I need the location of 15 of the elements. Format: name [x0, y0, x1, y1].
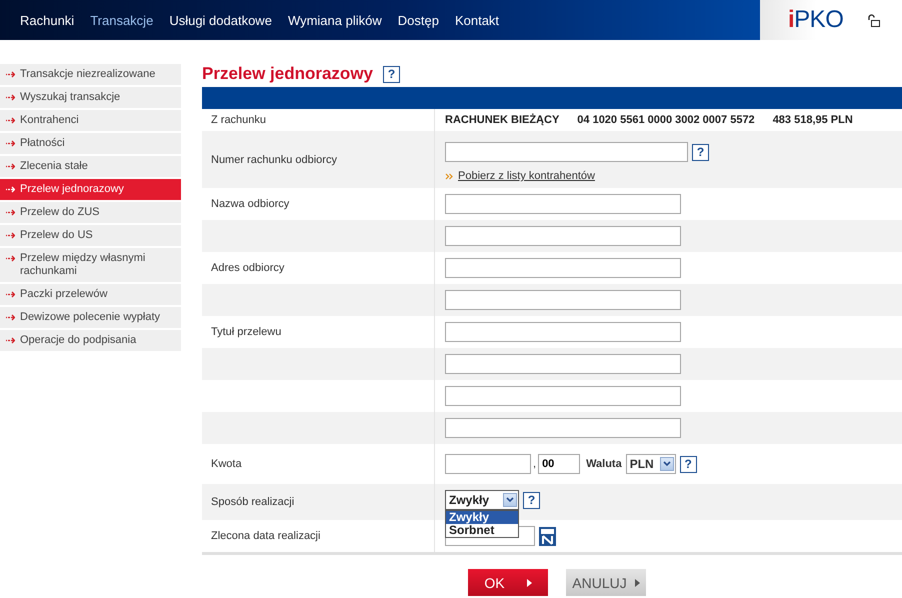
- decimal-separator: ,: [533, 458, 536, 470]
- page-title: Przelew jednorazowy: [202, 64, 373, 84]
- field-label: Nazwa odbiorcy: [211, 198, 290, 210]
- account-name: RACHUNEK BIEŻĄCY: [445, 114, 560, 126]
- field-label: Z rachunku: [211, 114, 266, 126]
- currency-label: Waluta: [586, 458, 622, 470]
- field-label: Adres odbiorcy: [211, 262, 284, 274]
- field-label: Kwota: [211, 458, 242, 470]
- field-label: Sposób realizacji: [211, 496, 294, 508]
- field-label: Tytuł przelewu: [211, 326, 282, 338]
- account-number: 04 1020 5561 0000 3002 0007 5572: [577, 114, 755, 126]
- field-label: Zlecona data realizacji: [211, 530, 320, 542]
- logo: iPKO: [788, 6, 844, 34]
- field-label: Numer rachunku odbiorcy: [211, 154, 337, 166]
- account-balance: 483 518,95 PLN: [772, 114, 853, 126]
